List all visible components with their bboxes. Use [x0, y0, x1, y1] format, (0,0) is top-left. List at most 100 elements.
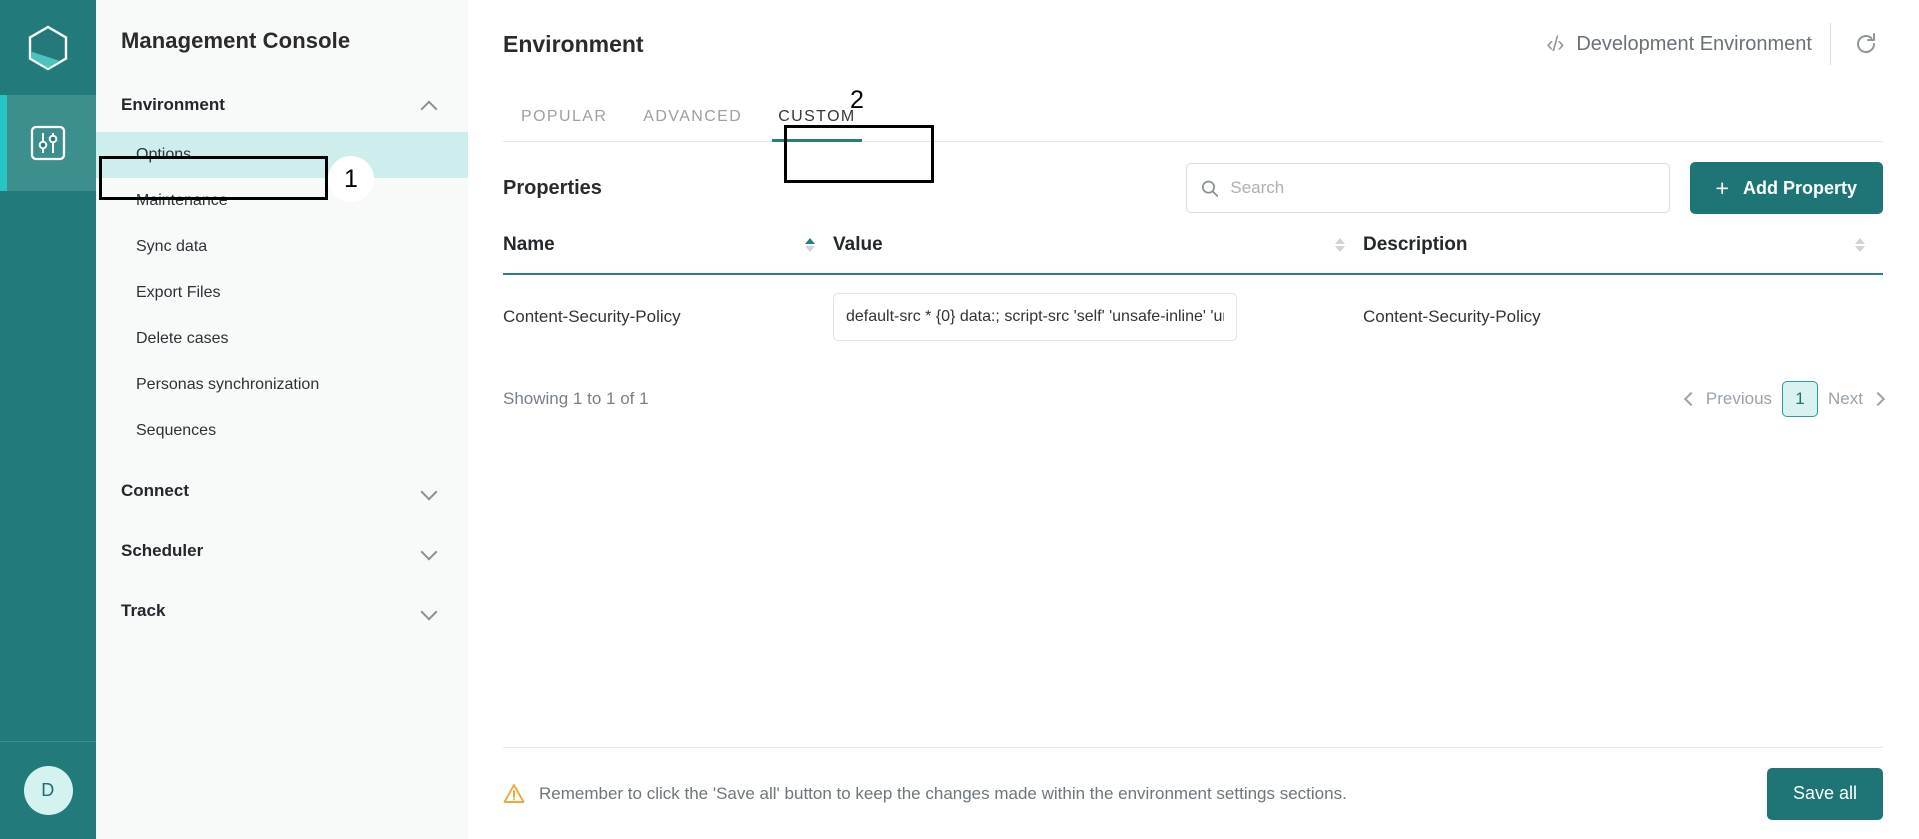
sort-toggle-name[interactable]: [805, 238, 815, 252]
chevron-down-icon: [422, 603, 438, 619]
footer-message: Remember to click the 'Save all' button …: [539, 783, 1347, 803]
sort-asc-arrow-icon: [805, 238, 815, 244]
sort-asc-arrow-icon: [1855, 238, 1865, 244]
previous-label: Previous: [1705, 389, 1773, 408]
environment-name: Development Environment: [1576, 32, 1812, 55]
sidebar-item-label: Personas synchronization: [136, 376, 320, 393]
chevron-right-icon: [1870, 391, 1886, 407]
sidebar: Management Console Environment Options M…: [96, 0, 468, 839]
sidebar-group-label: Track: [121, 601, 166, 620]
tab-popular[interactable]: POPULAR: [503, 108, 625, 141]
next-label: Next: [1828, 389, 1863, 408]
sort-desc-arrow-icon: [1335, 246, 1345, 252]
sort-toggle-description[interactable]: [1855, 238, 1865, 252]
sliders-settings-icon: [30, 125, 66, 161]
chevron-down-icon: [422, 483, 438, 499]
plus-icon: +: [1715, 174, 1729, 201]
chevron-up-icon: [422, 97, 438, 113]
sort-desc-arrow-icon: [805, 246, 815, 252]
sidebar-item-delete-cases[interactable]: Delete cases: [96, 316, 468, 362]
annotation-number-2: 2: [850, 86, 864, 114]
page-title: Environment: [503, 30, 644, 57]
sidebar-item-sequences[interactable]: Sequences: [96, 408, 468, 454]
hexagon-logo-icon: [28, 25, 68, 70]
previous-page-button[interactable]: Previous: [1683, 389, 1773, 409]
sidebar-item-options[interactable]: Options: [96, 132, 468, 178]
refresh-button[interactable]: [1849, 27, 1883, 61]
column-label: Name: [503, 234, 555, 255]
sidebar-group-track[interactable]: Track: [96, 588, 468, 634]
add-property-label: Add Property: [1742, 177, 1857, 198]
chevron-down-icon: [422, 543, 438, 559]
sort-desc-arrow-icon: [1855, 246, 1865, 252]
sidebar-item-label: Delete cases: [136, 330, 229, 347]
pagination: Previous 1 Next: [1683, 381, 1886, 417]
sidebar-nav: Environment Options Maintenance Sync dat…: [96, 82, 468, 634]
cell-name: Content-Security-Policy: [503, 307, 681, 326]
tabs: POPULAR ADVANCED CUSTOM: [503, 88, 1883, 142]
environment-indicator[interactable]: ‹/› Development Environment: [1546, 33, 1812, 56]
next-page-button[interactable]: Next: [1828, 389, 1886, 409]
showing-count: Showing 1 to 1 of 1: [503, 389, 649, 408]
annotation-number-1: 1: [328, 156, 374, 202]
sidebar-item-label: Maintenance: [136, 192, 228, 209]
main-content: Environment ‹/› Development Environment …: [468, 0, 1919, 839]
refresh-icon: [1857, 33, 1875, 53]
cell-value: [833, 274, 1363, 359]
top-bar-right: ‹/› Development Environment: [1546, 23, 1883, 65]
table-row: Content-Security-Policy Content-Security…: [503, 274, 1883, 359]
sidebar-item-label: Export Files: [136, 284, 221, 301]
sidebar-item-label: Sync data: [136, 238, 208, 255]
search-icon: [1201, 180, 1218, 197]
tab-advanced[interactable]: ADVANCED: [625, 108, 760, 141]
page-number-1[interactable]: 1: [1782, 381, 1819, 417]
sidebar-item-sync-data[interactable]: Sync data: [96, 224, 468, 270]
search-box[interactable]: [1185, 163, 1670, 213]
sidebar-group-label: Scheduler: [121, 541, 204, 560]
content-area: Properties + Add Property: [468, 142, 1919, 747]
table-body: Content-Security-Policy Content-Security…: [503, 274, 1883, 359]
chevron-left-icon: [1683, 391, 1698, 407]
add-property-button[interactable]: + Add Property: [1689, 162, 1883, 214]
icon-rail: D: [0, 0, 96, 839]
sort-toggle-value[interactable]: [1335, 238, 1345, 252]
code-brackets-icon: ‹/›: [1546, 32, 1564, 56]
sidebar-item-maintenance[interactable]: Maintenance: [96, 178, 468, 224]
save-all-button[interactable]: Save all: [1766, 767, 1883, 820]
sidebar-group-scheduler[interactable]: Scheduler: [96, 528, 468, 574]
avatar[interactable]: D: [23, 766, 73, 815]
column-header-description[interactable]: Description: [1363, 234, 1883, 275]
property-value-input[interactable]: [833, 293, 1237, 341]
pagination-row: Showing 1 to 1 of 1 Previous 1 Next: [503, 381, 1886, 417]
column-label: Value: [833, 234, 883, 255]
sidebar-group-label: Connect: [121, 481, 189, 500]
properties-table: Name Value Description Content-Security-…: [503, 234, 1883, 359]
app-root: D Management Console Environment Options…: [0, 0, 1919, 839]
section-title-properties: Properties: [503, 176, 602, 199]
sort-asc-arrow-icon: [1335, 238, 1345, 244]
app-logo[interactable]: [0, 0, 96, 95]
divider: [1830, 23, 1831, 65]
table-header: Name Value Description: [503, 234, 1883, 275]
sidebar-item-personas-synchronization[interactable]: Personas synchronization: [96, 362, 468, 408]
sidebar-group-environment[interactable]: Environment: [96, 82, 468, 128]
sidebar-subitems-environment: Options Maintenance Sync data Export Fil…: [96, 132, 468, 454]
column-header-name[interactable]: Name: [503, 234, 833, 275]
warning-triangle-icon: [503, 784, 525, 803]
search-input[interactable]: [1228, 177, 1655, 199]
sidebar-item-label: Options: [136, 146, 192, 163]
properties-toolbar: Properties + Add Property: [503, 142, 1883, 234]
sidebar-item-export-files[interactable]: Export Files: [96, 270, 468, 316]
column-header-value[interactable]: Value: [833, 234, 1363, 275]
page-title-console: Management Console: [121, 28, 351, 53]
cell-description: Content-Security-Policy: [1363, 307, 1541, 326]
user-avatar-area[interactable]: D: [0, 741, 96, 839]
column-label: Description: [1363, 234, 1468, 255]
sidebar-group-connect[interactable]: Connect: [96, 468, 468, 514]
tabs-container: POPULAR ADVANCED CUSTOM: [468, 88, 1919, 142]
sidebar-item-label: Sequences: [136, 422, 217, 439]
rail-item-environment[interactable]: [0, 95, 96, 191]
